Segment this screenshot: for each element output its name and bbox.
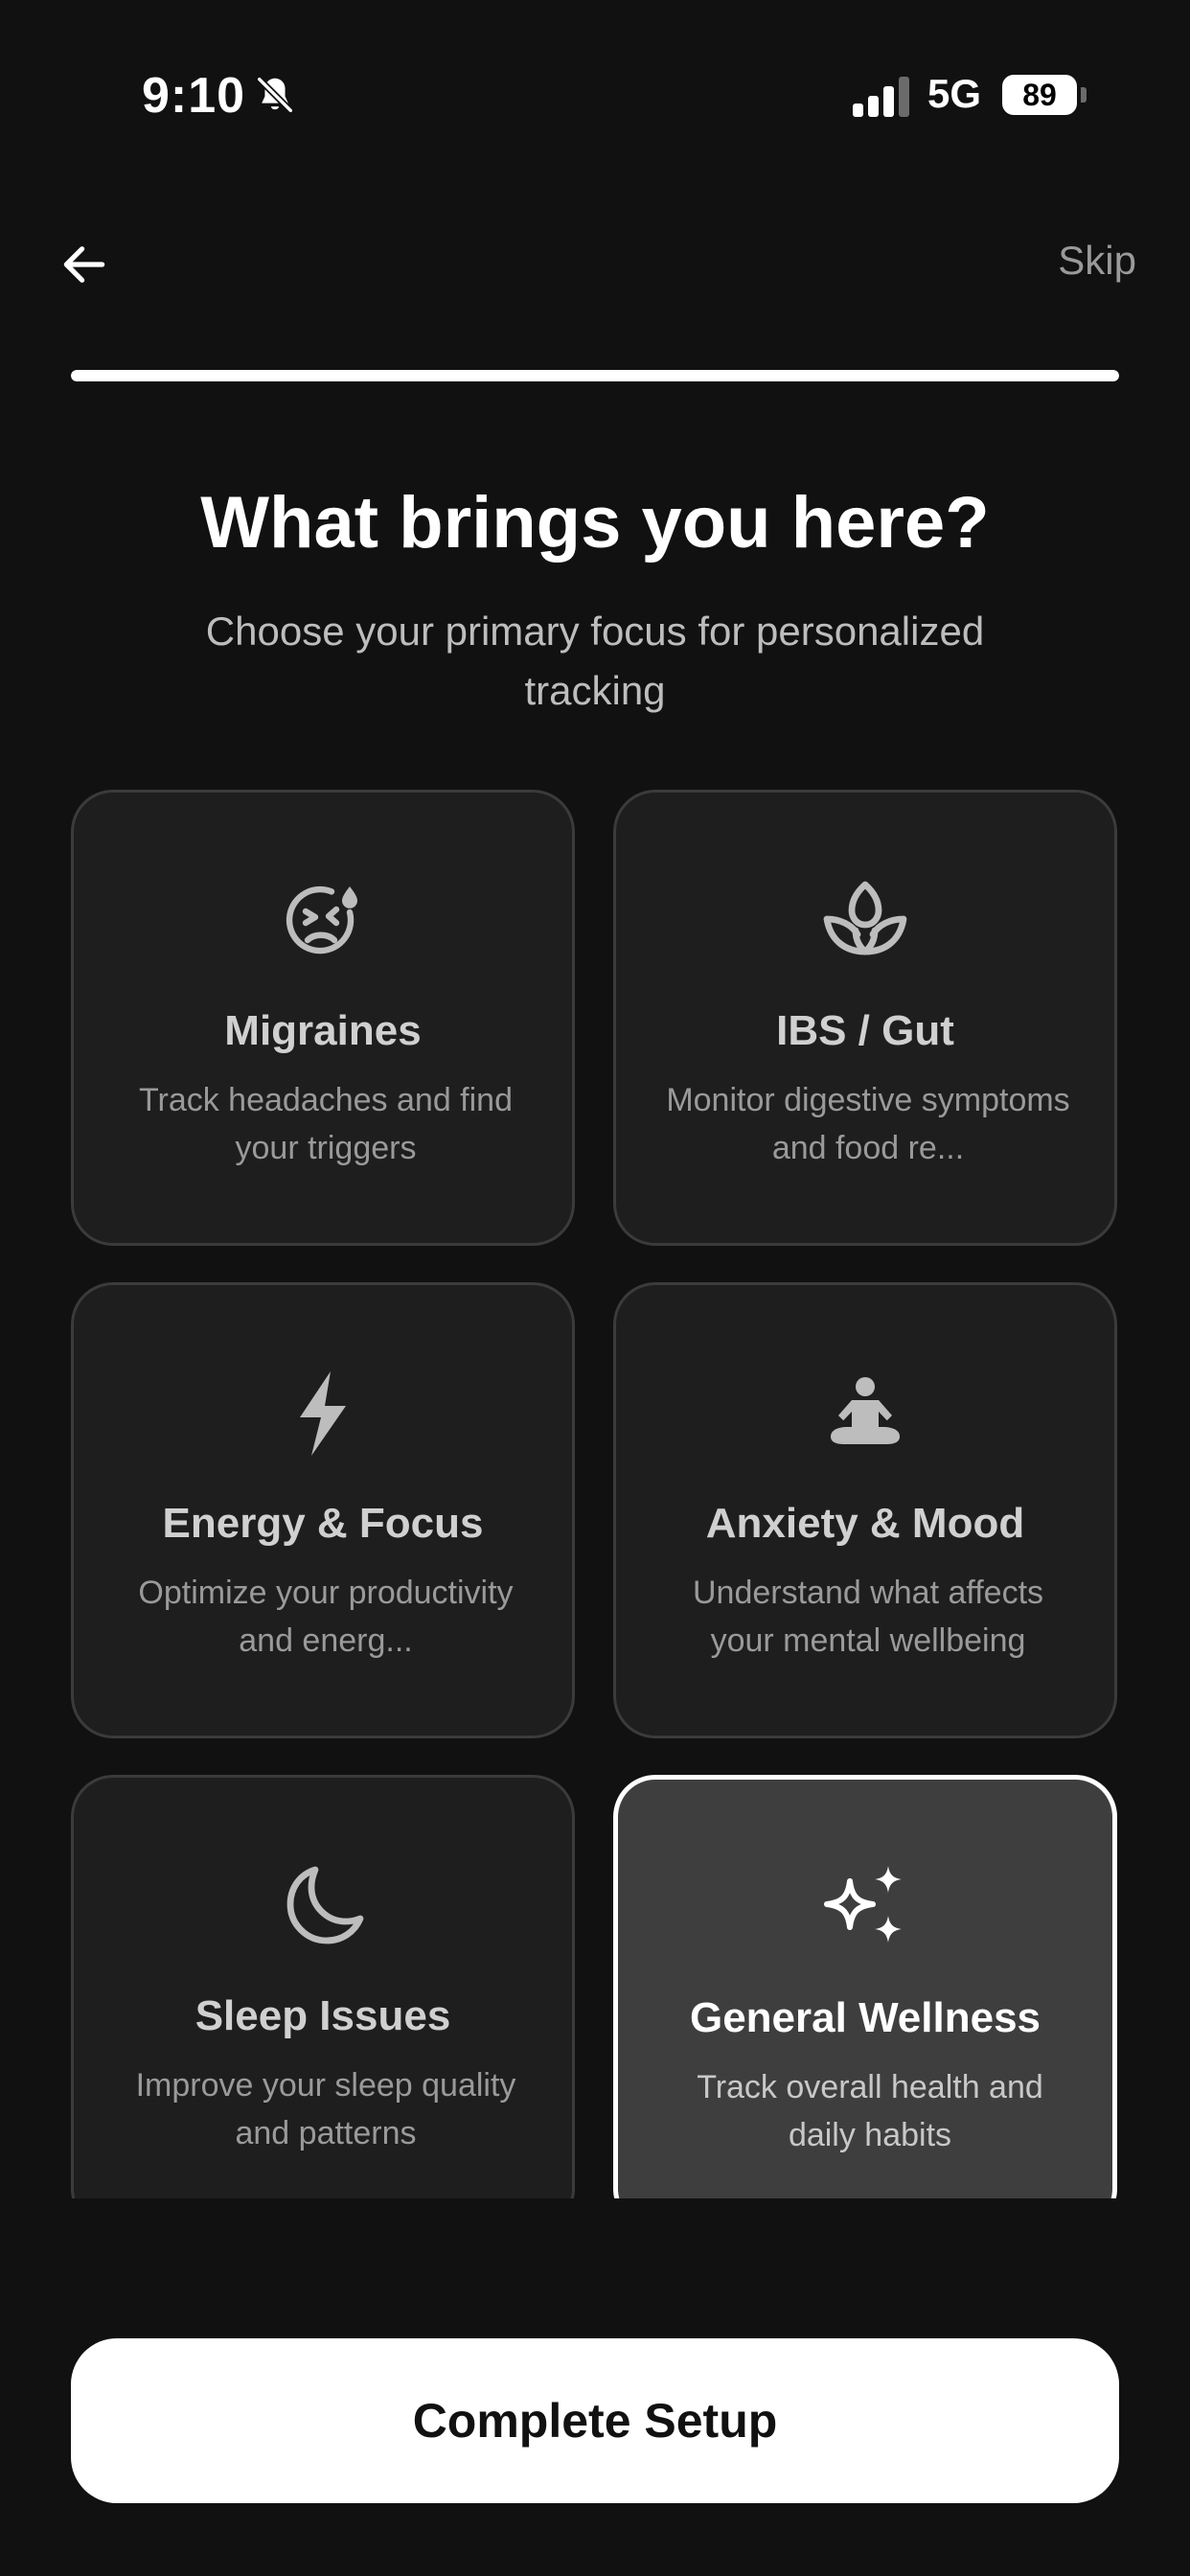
battery-level: 89 [1022,77,1057,112]
cellular-signal-icon [853,77,909,117]
onboarding-screen: 9:10 5G 89 Skip What brings you here? Ch… [0,0,1190,2576]
focus-options-grid[interactable]: Migraines Track headaches and find your … [0,786,1190,2198]
progress-fill [71,370,1119,381]
option-title: Anxiety & Mood [705,1500,1025,1547]
option-title: Energy & Focus [162,1500,484,1547]
status-bar: 9:10 5G 89 [0,0,1190,192]
option-card-ibs-gut[interactable]: IBS / Gut Monitor digestive symptoms and… [613,790,1117,1246]
option-description: Track overall health and daily habits [697,2069,1043,2153]
option-card-general-wellness[interactable]: General Wellness Track overall health an… [613,1775,1117,2198]
option-card-sleep-issues[interactable]: Sleep Issues Improve your sleep quality … [71,1775,575,2198]
option-description: Optimize your productivity and energ... [138,1575,514,1659]
option-title: General Wellness [689,1994,1041,2041]
complete-setup-button[interactable]: Complete Setup [71,2338,1119,2503]
option-description: Improve your sleep quality and patterns [135,2067,516,2151]
option-card-energy-focus[interactable]: Energy & Focus Optimize your productivit… [71,1282,575,1738]
bell-muted-icon [256,76,294,114]
option-title: IBS / Gut [776,1007,954,1054]
battery-indicator: 89 [1002,75,1077,115]
back-button[interactable] [46,226,123,303]
meditation-icon [831,1377,900,1444]
lotus-icon [823,881,907,955]
sparkles-icon [824,1866,902,1943]
option-description: Track headaches and find your triggers [139,1082,513,1166]
option-description: Monitor digestive symptoms and food re..… [666,1082,1070,1166]
dizzy-face-icon [286,886,357,954]
skip-button[interactable]: Skip [1058,238,1136,284]
network-type: 5G [927,71,982,116]
arrow-left-icon [63,246,105,283]
option-description: Understand what affects your mental well… [692,1575,1044,1659]
page-title: What brings you here? [200,482,990,564]
status-time: 9:10 [142,68,246,124]
page-subtitle: Choose your primary focus for personaliz… [205,609,985,713]
option-card-migraines[interactable]: Migraines Track headaches and find your … [71,790,575,1246]
lightning-icon [300,1371,346,1456]
moon-icon [286,1866,364,1944]
option-card-anxiety-mood[interactable]: Anxiety & Mood Understand what affects y… [613,1282,1117,1738]
battery-cap [1081,87,1087,103]
progress-bar [71,370,1119,381]
option-title: Sleep Issues [195,1992,451,2039]
option-title: Migraines [224,1007,422,1054]
